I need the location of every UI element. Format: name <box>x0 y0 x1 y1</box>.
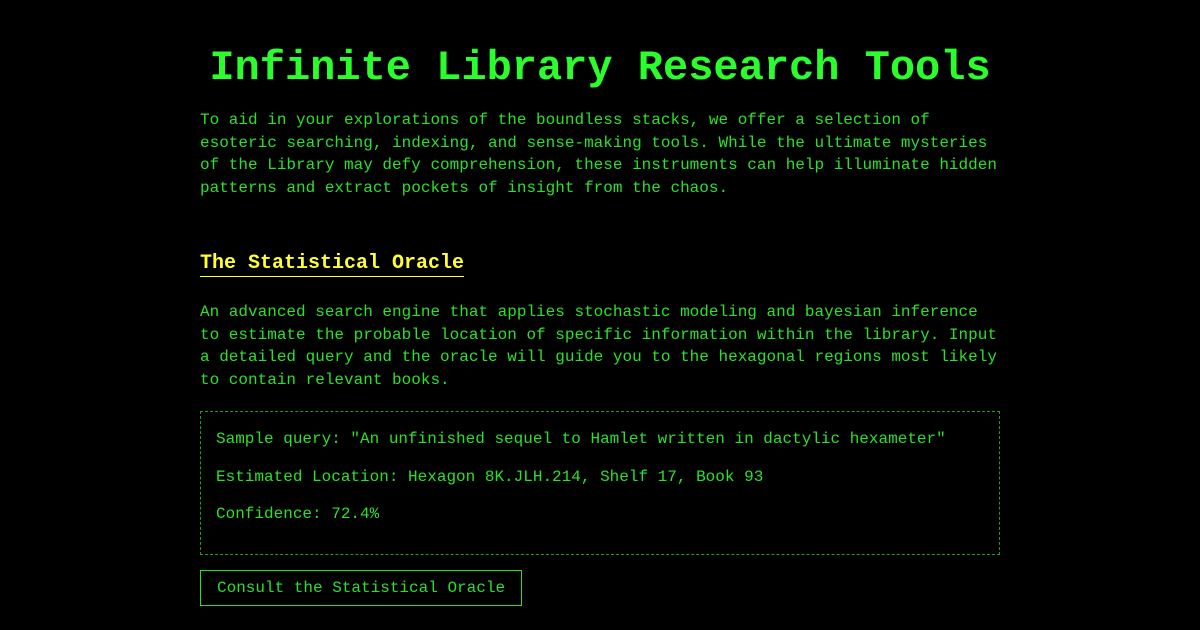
estimated-location: Estimated Location: Hexagon 8K.JLH.214, … <box>216 467 764 486</box>
consult-oracle-button[interactable]: Consult the Statistical Oracle <box>200 570 523 606</box>
section-description: An advanced search engine that applies s… <box>200 303 997 389</box>
page-title: Infinite Library Research Tools <box>209 44 991 92</box>
confidence-value: Confidence: 72.4% <box>216 505 380 523</box>
main-content: Infinite Library Research Tools To aid i… <box>200 0 1000 606</box>
intro-paragraph: To aid in your explorations of the bound… <box>200 111 997 197</box>
statistical-oracle-section: The Statistical Oracle An advanced searc… <box>200 199 1000 606</box>
sample-result-box: Sample query: "An unfinished sequel to H… <box>200 411 1000 555</box>
sample-query: Sample query: "An unfinished sequel to H… <box>216 430 946 448</box>
section-heading: The Statistical Oracle <box>200 252 465 277</box>
